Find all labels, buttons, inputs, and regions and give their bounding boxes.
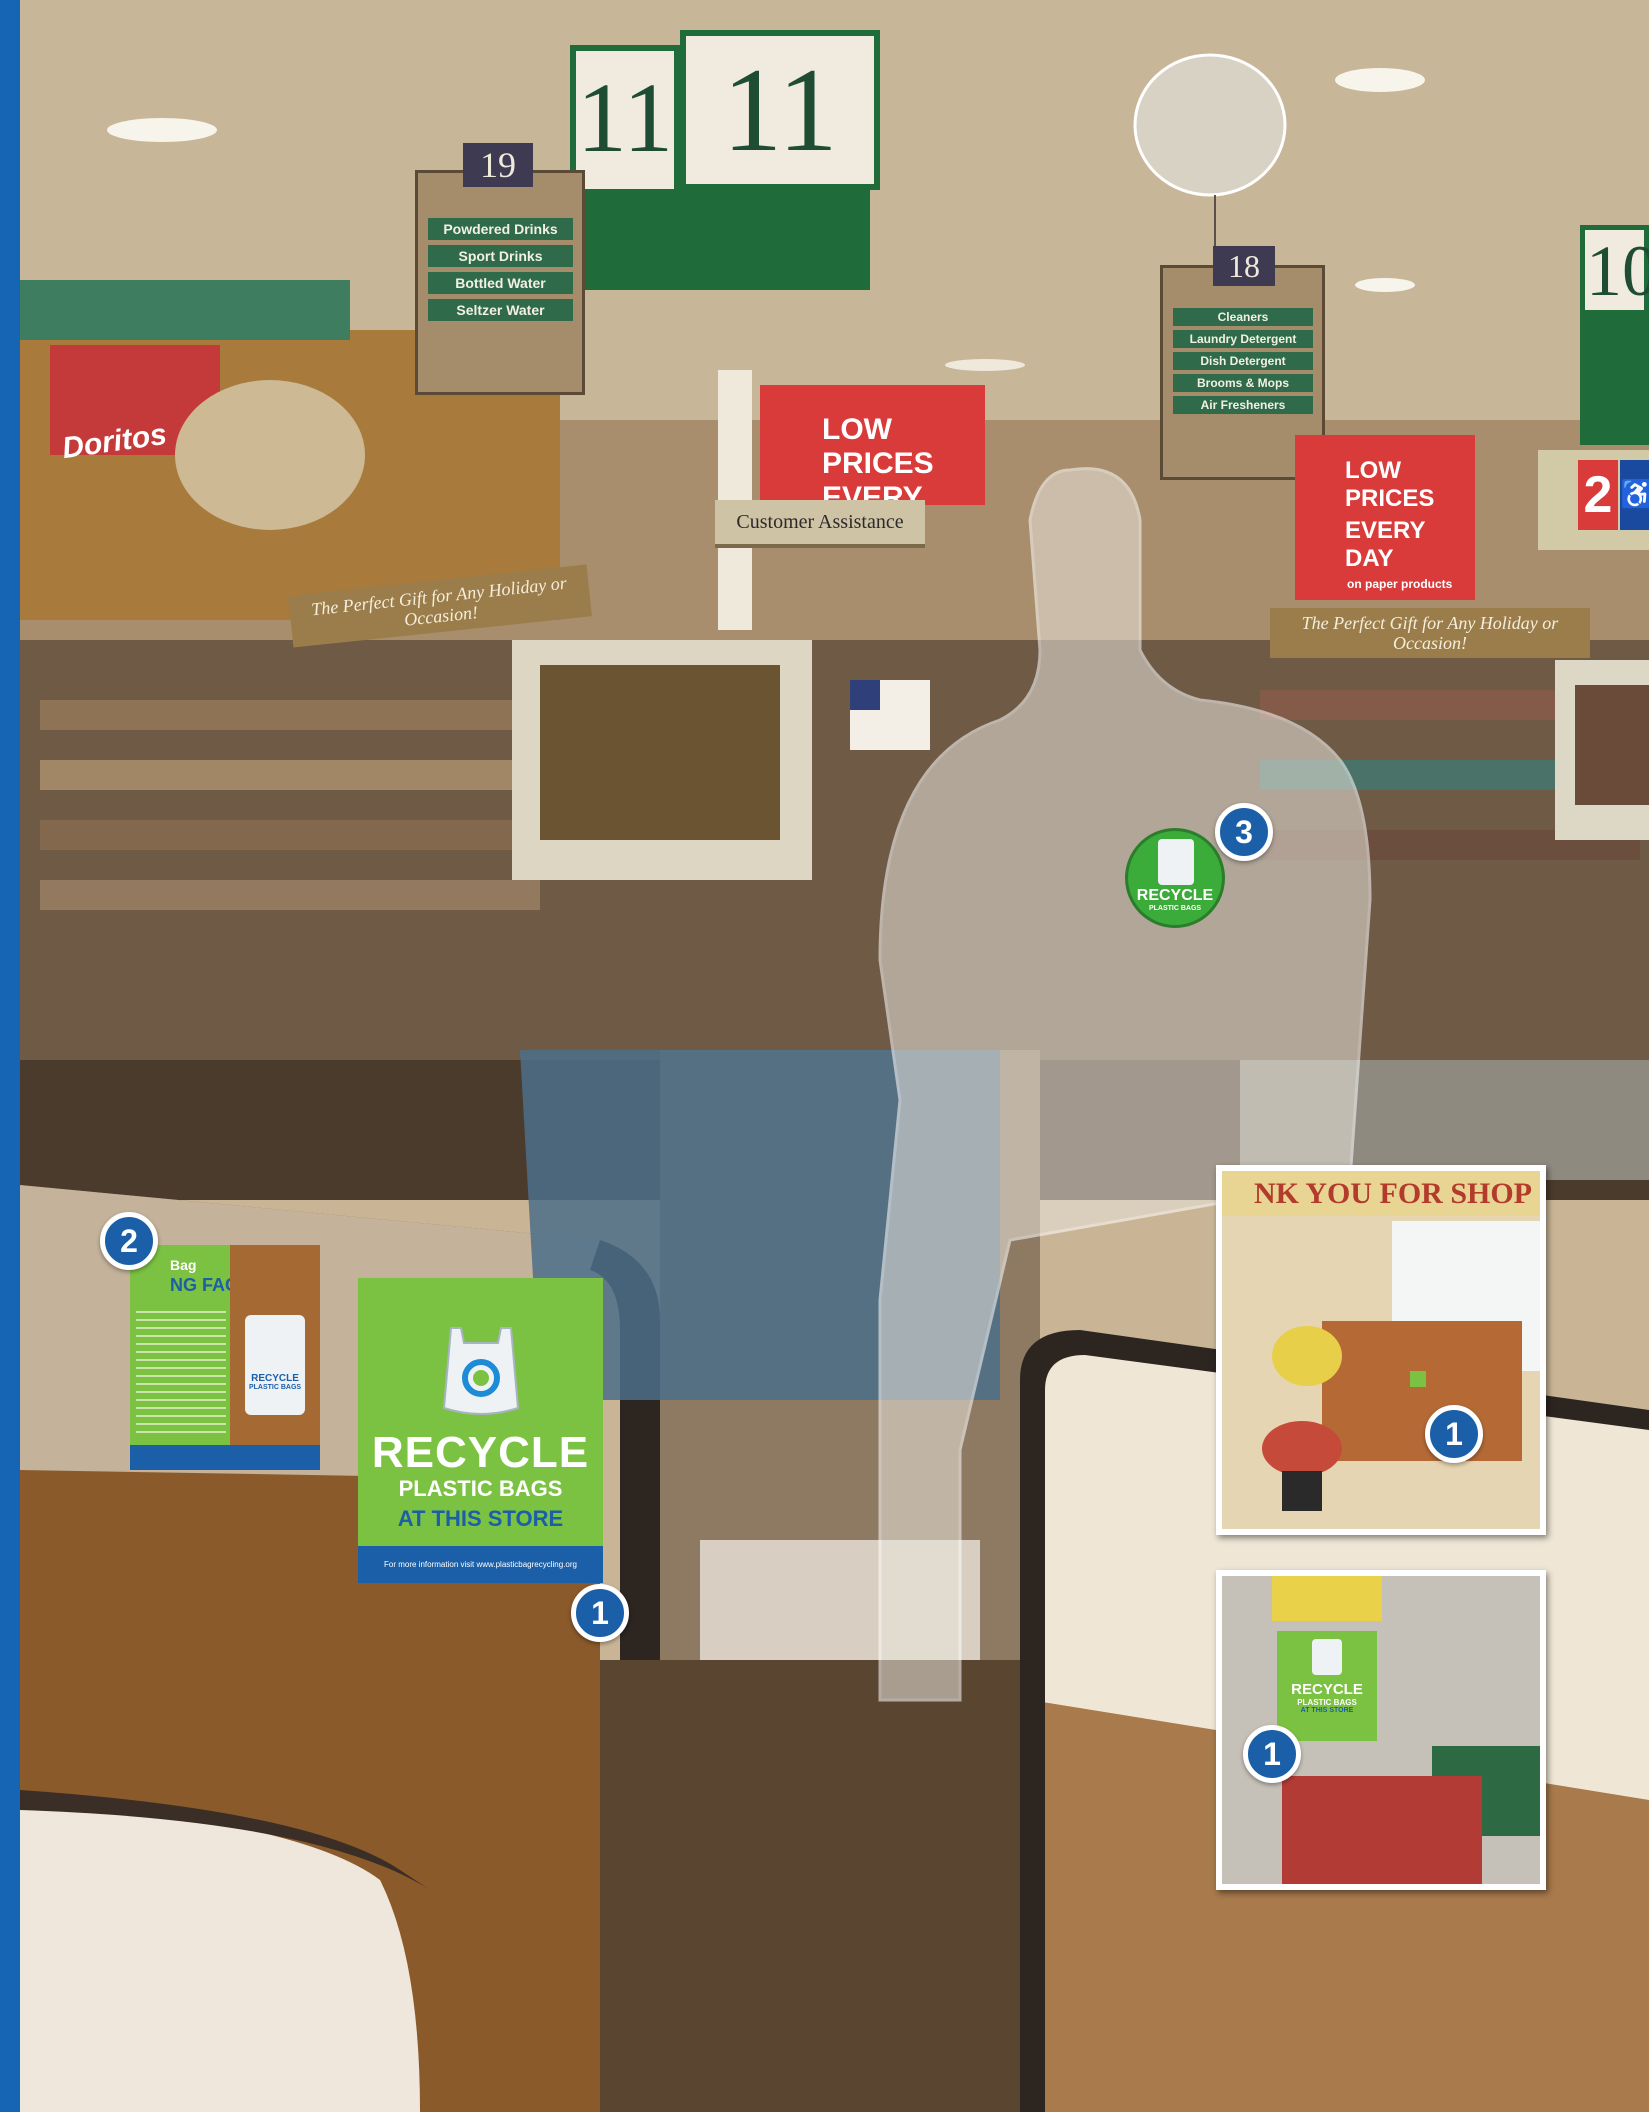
facts-bag-badge: RECYCLE PLASTIC BAGS [245,1315,305,1415]
sticker-bag-icon [1158,839,1194,885]
inset-sign-line3: AT THIS STORE [1300,1707,1354,1714]
inset-banner: NK YOU FOR SHOP [1222,1171,1540,1216]
gift-banner-right: The Perfect Gift for Any Holiday or Occa… [1270,608,1590,658]
inset-sign-line1: RECYCLE [1291,1681,1363,1698]
low-prices-right-line1: LOW PRICES [1345,457,1435,512]
inset-banner-text: NK YOU FOR SHOP [1253,1177,1532,1210]
low-prices-right-line2: EVERY DAY [1345,517,1426,572]
register-number-left: 11 [576,62,674,173]
inset-flowers [1262,1421,1342,1476]
monitor-screen-right [1575,685,1649,805]
ceiling-light [1355,278,1415,292]
ceiling-light [107,118,217,142]
facts-badge-line1: RECYCLE [251,1373,299,1384]
facts-text-block [136,1305,226,1435]
inset-snack-box [1282,1776,1482,1884]
facts-title-partial: Bag [170,1257,197,1273]
gift-banner-right-text: The Perfect Gift for Any Holiday or Occa… [1301,613,1559,653]
marker-1-inset-bottom[interactable]: 1 [1243,1725,1301,1783]
inset-bucket [1282,1471,1322,1511]
inset-green-sign [1410,1371,1426,1387]
register-2-number: 2 [1578,460,1618,530]
low-prices-right-sub: on paper products [1347,577,1453,591]
marker-3-sticker[interactable]: 3 [1215,803,1273,861]
aisle-19-item: Seltzer Water [428,299,573,321]
sticker-line1: RECYCLE [1136,887,1214,904]
register-number-right: 11 [722,43,838,176]
register-number-sign-far: 10 [1580,195,1649,445]
sticker-line2: PLASTIC BAGS [1148,905,1202,912]
aisle-18-item: Laundry Detergent [1173,330,1313,348]
monitor-screen [540,665,780,840]
aisle-19-item: Powdered Drinks [428,218,573,240]
aisle-18-number: 18 [1213,246,1275,286]
aisle-18-item: Air Fresheners [1173,396,1313,414]
aisle-19-sign: 19 Powdered Drinks Sport Drinks Bottled … [415,143,585,395]
recycle-sign-line2: PLASTIC BAGS [398,1476,563,1501]
inset-sign-line2: PLASTIC BAGS [1297,1698,1357,1707]
marker-2-facts-poster[interactable]: 2 [100,1212,158,1270]
ceiling-light [945,359,1025,371]
recycle-sign-line1: RECYCLE [371,1428,590,1477]
aisle-19-item: Bottled Water [428,272,573,294]
facts-badge-line2: PLASTIC BAGS [248,1384,302,1391]
balloon [1133,53,1287,197]
inset-recycle-sign: RECYCLE PLASTIC BAGS AT THIS STORE [1277,1631,1377,1741]
recycle-plastic-bags-sign: RECYCLE PLASTIC BAGS AT THIS STORE For m… [358,1278,603,1583]
register-number-sign: 11 11 [570,15,880,295]
low-prices-banner-right: LOW PRICES EVERY DAY on paper products [1295,435,1475,600]
ceiling-light [1335,68,1425,92]
page-edge-bar [0,0,20,2112]
bagging-floor [600,1660,1040,2112]
facts-footer-bar [130,1445,320,1470]
inset-flowers [1272,1326,1342,1386]
aisle-19-number: 19 [463,143,533,187]
aisle-18-item: Cleaners [1173,308,1313,326]
inset-register [1322,1321,1522,1461]
register-2-sign: 2 ♿ [1538,450,1649,550]
inset-paper-note [1272,1576,1382,1621]
register-number-far: 10 [1586,231,1649,311]
aisle-19-item: Sport Drinks [428,245,573,267]
wall-trim [20,280,350,340]
plastic-bag-icon [436,1308,526,1418]
marker-1-inset-top[interactable]: 1 [1425,1405,1483,1463]
round-display-sign [175,380,365,530]
customer-assistance-text: Customer Assistance [736,511,904,533]
bag-facts-poster: Bag NG FACTS RECYCLE PLASTIC BAGS [130,1245,320,1470]
aisle-18-item: Dish Detergent [1173,352,1313,370]
marker-1-counter-sign[interactable]: 1 [571,1584,629,1642]
inset-photo-checkout: NK YOU FOR SHOP [1216,1165,1546,1535]
facts-photo: RECYCLE PLASTIC BAGS [230,1245,320,1445]
flag-canton [850,680,880,710]
recycle-sticker: RECYCLE PLASTIC BAGS [1125,828,1225,928]
recycle-sign-footer: For more information visit www.plasticba… [358,1546,603,1583]
accessibility-icon: ♿ [1620,460,1649,530]
aisle-18-item: Brooms & Mops [1173,374,1313,392]
recycle-sign-line3: AT THIS STORE [397,1506,564,1531]
low-prices-banner-left: LOW PRICES EVERY DAY [760,385,985,548]
customer-assistance-sign: Customer Assistance [715,500,925,548]
